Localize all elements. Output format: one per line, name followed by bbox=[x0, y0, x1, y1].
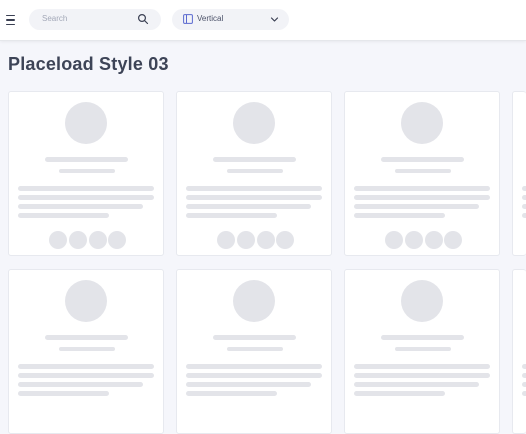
layout-select[interactable]: Vertical bbox=[172, 9, 289, 30]
avatar-placeholder bbox=[65, 280, 107, 322]
text-line-placeholder bbox=[186, 382, 311, 387]
placeholder-card bbox=[344, 91, 500, 256]
avatar-placeholder bbox=[233, 280, 275, 322]
text-line-placeholder bbox=[186, 373, 322, 378]
text-line-placeholder bbox=[522, 186, 526, 191]
text-line-placeholder bbox=[354, 186, 490, 191]
text-line-placeholder bbox=[522, 204, 526, 209]
small-avatar-placeholder bbox=[217, 231, 235, 249]
placeholder-card bbox=[176, 91, 332, 256]
text-line-placeholder bbox=[186, 195, 322, 200]
text-line-placeholder bbox=[18, 382, 143, 387]
text-line-placeholder bbox=[18, 213, 109, 218]
text-line-placeholder bbox=[18, 195, 154, 200]
placeholder-card-partial bbox=[512, 269, 526, 434]
avatar-placeholder bbox=[233, 102, 275, 144]
text-line-placeholder bbox=[354, 195, 490, 200]
small-avatar-placeholder bbox=[425, 231, 443, 249]
small-avatar-placeholder bbox=[385, 231, 403, 249]
text-line-placeholder bbox=[186, 391, 277, 396]
page-title: Placeload Style 03 bbox=[8, 54, 169, 74]
placeholder-card bbox=[8, 91, 164, 256]
title-placeholder bbox=[213, 157, 296, 162]
layout-select-value: Vertical bbox=[197, 14, 224, 23]
small-avatar-placeholder bbox=[49, 231, 67, 249]
avatar-placeholder bbox=[401, 102, 443, 144]
avatar-placeholder bbox=[65, 102, 107, 144]
subtitle-placeholder bbox=[59, 347, 115, 351]
text-line-placeholder bbox=[186, 213, 277, 218]
text-line-placeholder bbox=[18, 186, 154, 191]
hamburger-menu-icon bbox=[6, 14, 15, 17]
search-icon[interactable] bbox=[137, 13, 149, 25]
title-placeholder bbox=[213, 335, 296, 340]
avatar-placeholder bbox=[401, 280, 443, 322]
text-line-placeholder bbox=[354, 204, 479, 209]
text-line-placeholder bbox=[186, 204, 311, 209]
text-line-placeholder bbox=[354, 391, 445, 396]
text-line-placeholder bbox=[186, 186, 322, 191]
text-line-placeholder bbox=[186, 364, 322, 369]
avatar-stack-placeholder bbox=[217, 231, 297, 249]
text-line-placeholder bbox=[522, 213, 526, 218]
text-line-placeholder bbox=[354, 364, 490, 369]
title-placeholder bbox=[45, 157, 128, 162]
hamburger-menu-button[interactable] bbox=[6, 12, 20, 28]
avatar-stack-placeholder bbox=[49, 231, 129, 249]
text-line-placeholder bbox=[522, 382, 526, 387]
small-avatar-placeholder bbox=[237, 231, 255, 249]
text-line-placeholder bbox=[354, 213, 445, 218]
text-line-placeholder bbox=[18, 391, 109, 396]
title-placeholder bbox=[381, 157, 464, 162]
small-avatar-placeholder bbox=[69, 231, 87, 249]
text-line-placeholder bbox=[522, 391, 526, 396]
placeholder-card bbox=[344, 269, 500, 434]
text-line-placeholder bbox=[354, 382, 479, 387]
small-avatar-placeholder bbox=[405, 231, 423, 249]
placeholder-card bbox=[8, 269, 164, 434]
placeholder-card bbox=[176, 269, 332, 434]
subtitle-placeholder bbox=[59, 169, 115, 173]
top-navbar: Search Vertical bbox=[0, 0, 526, 41]
text-line-placeholder bbox=[18, 364, 154, 369]
title-placeholder bbox=[45, 335, 128, 340]
small-avatar-placeholder bbox=[444, 231, 462, 249]
text-line-placeholder bbox=[18, 373, 154, 378]
text-line-placeholder bbox=[522, 373, 526, 378]
small-avatar-placeholder bbox=[89, 231, 107, 249]
subtitle-placeholder bbox=[395, 169, 451, 173]
subtitle-placeholder bbox=[227, 347, 283, 351]
subtitle-placeholder bbox=[395, 347, 451, 351]
subtitle-placeholder bbox=[227, 169, 283, 173]
layout-panel-icon bbox=[183, 14, 193, 24]
text-line-placeholder bbox=[522, 195, 526, 200]
placeholder-card-partial bbox=[512, 91, 526, 256]
small-avatar-placeholder bbox=[276, 231, 294, 249]
title-placeholder bbox=[381, 335, 464, 340]
text-line-placeholder bbox=[18, 204, 143, 209]
avatar-stack-placeholder bbox=[385, 231, 465, 249]
text-line-placeholder bbox=[354, 373, 490, 378]
small-avatar-placeholder bbox=[108, 231, 126, 249]
search-placeholder: Search bbox=[42, 14, 68, 23]
search-input[interactable]: Search bbox=[29, 9, 161, 30]
text-line-placeholder bbox=[522, 364, 526, 369]
chevron-down-icon bbox=[270, 17, 279, 22]
small-avatar-placeholder bbox=[257, 231, 275, 249]
